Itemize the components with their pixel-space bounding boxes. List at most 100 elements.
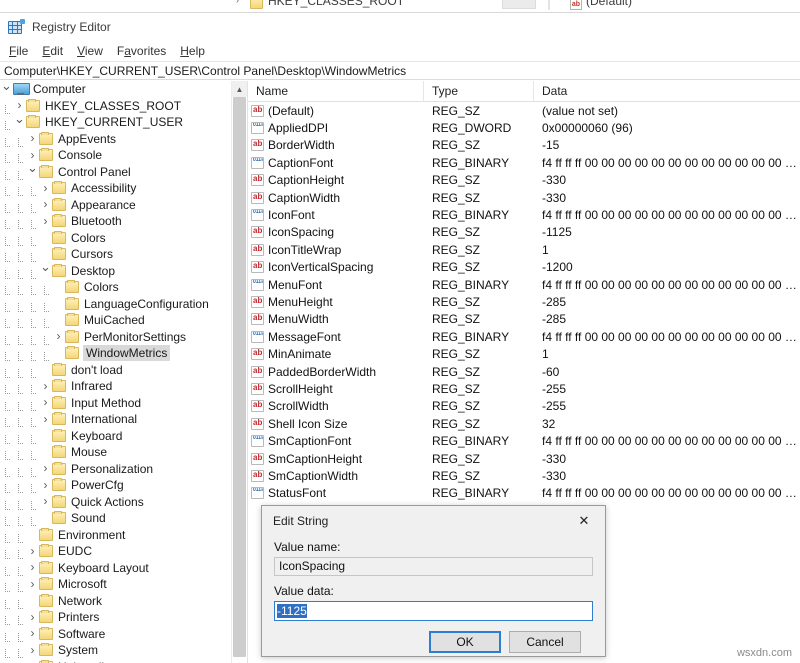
tree-item-bluetooth[interactable]: Bluetooth	[0, 213, 231, 230]
value-row[interactable]: AppliedDPIREG_DWORD0x00000060 (96)	[248, 119, 800, 136]
tree-item-mouse[interactable]: Mouse	[0, 444, 231, 461]
tree-item-infrared[interactable]: Infrared	[0, 378, 231, 395]
tree-item-control-panel[interactable]: Control Panel	[0, 164, 231, 181]
value-name-field[interactable]: IconSpacing	[274, 557, 593, 576]
value-row[interactable]: ScrollHeightREG_SZ-255	[248, 380, 800, 397]
tree-item-appearance[interactable]: Appearance	[0, 197, 231, 214]
chevron-right-icon[interactable]	[39, 196, 52, 213]
tree-item-keyboard[interactable]: Keyboard	[0, 428, 231, 445]
chevron-down-icon[interactable]	[13, 114, 26, 131]
value-data-field[interactable]: -1125	[274, 601, 593, 621]
chevron-right-icon[interactable]	[39, 411, 52, 428]
chevron-right-icon[interactable]	[52, 328, 65, 345]
registry-tree-pane: ComputerHKEY_CLASSES_ROOTHKEY_CURRENT_US…	[0, 81, 248, 663]
value-row[interactable]: CaptionWidthREG_SZ-330	[248, 189, 800, 206]
tree-item-permonitorsettings[interactable]: PerMonitorSettings	[0, 329, 231, 346]
tree-item-powercfg[interactable]: PowerCfg	[0, 477, 231, 494]
tree-item-printers[interactable]: Printers	[0, 609, 231, 626]
value-row[interactable]: ScrollWidthREG_SZ-255	[248, 398, 800, 415]
value-row[interactable]: CaptionHeightREG_SZ-330	[248, 172, 800, 189]
column-header-data[interactable]: Data	[534, 81, 800, 102]
tree-item-software[interactable]: Software	[0, 626, 231, 643]
menu-item-edit[interactable]: Edit	[42, 44, 63, 58]
value-row[interactable]: IconFontREG_BINARYf4 ff ff ff 00 00 00 0…	[248, 206, 800, 223]
tree-item-hkey-current-user[interactable]: HKEY_CURRENT_USER	[0, 114, 231, 131]
cancel-button[interactable]: Cancel	[509, 631, 581, 653]
tree-item-international[interactable]: International	[0, 411, 231, 428]
chevron-right-icon[interactable]	[26, 576, 39, 593]
chevron-right-icon[interactable]	[26, 625, 39, 642]
tree-item-colors[interactable]: Colors	[0, 230, 231, 247]
chevron-down-icon[interactable]	[26, 163, 39, 180]
chevron-right-icon[interactable]	[26, 543, 39, 560]
value-row[interactable]: Shell Icon SizeREG_SZ32	[248, 415, 800, 432]
tree-item-label: WindowMetrics	[83, 345, 170, 361]
value-row[interactable]: StatusFontREG_BINARYf4 ff ff ff 00 00 00…	[248, 485, 800, 502]
tree-item-don-t-load[interactable]: don't load	[0, 362, 231, 379]
tree-item-microsoft[interactable]: Microsoft	[0, 576, 231, 593]
tree-item-eudc[interactable]: EUDC	[0, 543, 231, 560]
chevron-right-icon[interactable]	[39, 493, 52, 510]
tree-item-muicached[interactable]: MuiCached	[0, 312, 231, 329]
value-row[interactable]: (Default)REG_SZ(value not set)	[248, 102, 800, 119]
menu-item-file[interactable]: File	[9, 44, 28, 58]
tree-item-hkey-classes-root[interactable]: HKEY_CLASSES_ROOT	[0, 98, 231, 115]
value-row[interactable]: IconVerticalSpacingREG_SZ-1200	[248, 259, 800, 276]
tree-item-personalization[interactable]: Personalization	[0, 461, 231, 478]
value-row[interactable]: MinAnimateREG_SZ1	[248, 345, 800, 362]
chevron-right-icon[interactable]	[39, 394, 52, 411]
chevron-down-icon[interactable]	[0, 81, 13, 98]
scroll-up-arrow-icon[interactable]: ▲	[232, 81, 247, 97]
chevron-down-icon[interactable]	[39, 262, 52, 279]
tree-item-windowmetrics[interactable]: WindowMetrics	[0, 345, 231, 362]
tree-item-cursors[interactable]: Cursors	[0, 246, 231, 263]
tree-item-accessibility[interactable]: Accessibility	[0, 180, 231, 197]
value-row[interactable]: SmCaptionWidthREG_SZ-330	[248, 467, 800, 484]
menu-item-view[interactable]: View	[77, 44, 103, 58]
tree-item-languageconfiguration[interactable]: LanguageConfiguration	[0, 296, 231, 313]
chevron-right-icon[interactable]	[26, 642, 39, 659]
tree-item-network[interactable]: Network	[0, 593, 231, 610]
value-row[interactable]: IconSpacingREG_SZ-1125	[248, 224, 800, 241]
menu-item-favorites[interactable]: Favorites	[117, 44, 166, 58]
chevron-right-icon[interactable]	[26, 559, 39, 576]
tree-item-input-method[interactable]: Input Method	[0, 395, 231, 412]
tree-item-keyboard-layout[interactable]: Keyboard Layout	[0, 560, 231, 577]
close-icon[interactable]: ✕	[563, 507, 605, 536]
value-row[interactable]: MessageFontREG_BINARYf4 ff ff ff 00 00 0…	[248, 328, 800, 345]
chevron-right-icon[interactable]	[26, 130, 39, 147]
tree-item-sound[interactable]: Sound	[0, 510, 231, 527]
registry-tree[interactable]: ComputerHKEY_CLASSES_ROOTHKEY_CURRENT_US…	[0, 81, 231, 663]
tree-item-desktop[interactable]: Desktop	[0, 263, 231, 280]
ok-button[interactable]: OK	[429, 631, 501, 653]
scrollbar-thumb[interactable]	[233, 97, 246, 657]
tree-item-appevents[interactable]: AppEvents	[0, 131, 231, 148]
chevron-right-icon[interactable]	[39, 378, 52, 395]
tree-item-computer[interactable]: Computer	[0, 81, 231, 98]
tree-item-colors[interactable]: Colors	[0, 279, 231, 296]
chevron-right-icon[interactable]	[39, 213, 52, 230]
tree-item-label: HKEY_CURRENT_USER	[45, 115, 187, 129]
value-row[interactable]: SmCaptionFontREG_BINARYf4 ff ff ff 00 00…	[248, 432, 800, 449]
value-row[interactable]: BorderWidthREG_SZ-15	[248, 137, 800, 154]
chevron-right-icon[interactable]	[39, 477, 52, 494]
column-header-name[interactable]: Name	[248, 81, 424, 102]
tree-item-environment[interactable]: Environment	[0, 527, 231, 544]
value-row[interactable]: CaptionFontREG_BINARYf4 ff ff ff 00 00 0…	[248, 154, 800, 171]
tree-item-quick-actions[interactable]: Quick Actions	[0, 494, 231, 511]
chevron-right-icon[interactable]	[39, 180, 52, 197]
value-row[interactable]: PaddedBorderWidthREG_SZ-60	[248, 363, 800, 380]
value-row[interactable]: MenuHeightREG_SZ-285	[248, 293, 800, 310]
value-row[interactable]: SmCaptionHeightREG_SZ-330	[248, 450, 800, 467]
column-header-type[interactable]: Type	[424, 81, 534, 102]
tree-vertical-scrollbar[interactable]: ▲	[231, 81, 247, 663]
value-row[interactable]: IconTitleWrapREG_SZ1	[248, 241, 800, 258]
chevron-right-icon[interactable]	[39, 460, 52, 477]
address-bar[interactable]: Computer\HKEY_CURRENT_USER\Control Panel…	[0, 61, 800, 80]
tree-item-system[interactable]: System	[0, 642, 231, 659]
menu-item-help[interactable]: Help	[180, 44, 205, 58]
tree-item-uninstall[interactable]: Uninstall	[0, 659, 231, 663]
value-row[interactable]: MenuFontREG_BINARYf4 ff ff ff 00 00 00 0…	[248, 276, 800, 293]
value-row[interactable]: MenuWidthREG_SZ-285	[248, 311, 800, 328]
chevron-right-icon[interactable]	[26, 609, 39, 626]
